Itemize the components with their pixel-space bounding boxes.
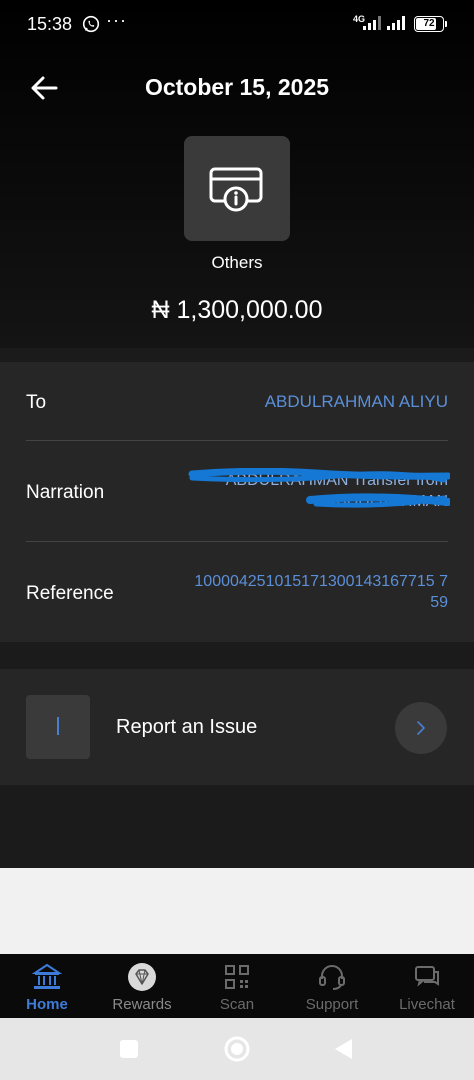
battery-percent: 72	[423, 18, 435, 29]
reference-row: Reference 100004251015171300143167715 7 …	[26, 570, 448, 616]
chevron-right-button[interactable]	[395, 702, 447, 754]
recents-button[interactable]	[118, 1038, 140, 1060]
system-navigation-bar	[0, 1018, 474, 1080]
nav-label-livechat: Livechat	[399, 996, 455, 1013]
whatsapp-icon	[82, 15, 100, 33]
report-issue-label: Report an Issue	[116, 716, 258, 738]
reference-label: Reference	[26, 583, 114, 604]
signal-strength-icon	[387, 16, 405, 30]
nav-support[interactable]: Support	[285, 954, 379, 1018]
page-title: October 15, 2025	[144, 74, 330, 100]
reference-line-1: 100004251015171300143167715 7	[194, 573, 448, 590]
home-button[interactable]	[224, 1036, 250, 1062]
chevron-right-icon	[417, 721, 425, 735]
divider	[26, 440, 448, 441]
divider	[26, 541, 448, 542]
nav-scan[interactable]: Scan	[190, 954, 284, 1018]
bottom-navigation: Home Rewards Scan Support Livechat	[0, 954, 474, 1018]
signal-strength-icon	[363, 16, 381, 30]
narration-label: Narration	[26, 482, 105, 503]
status-time: 15:38	[27, 14, 73, 34]
to-row: To ABDULRAHMAN ALIYU	[26, 390, 448, 420]
recipient-name: ABDULRAHMAN ALIYU	[264, 392, 448, 411]
report-icon	[26, 695, 90, 759]
nav-livechat[interactable]: Livechat	[380, 954, 474, 1018]
battery-icon: 72	[414, 16, 444, 32]
more-notifications-icon: ···	[106, 10, 127, 30]
reference-line-2: 59	[430, 594, 448, 611]
reference-value: 100004251015171300143167715 7 59	[194, 571, 448, 613]
report-icon-mark	[57, 717, 59, 735]
redaction-scribble	[188, 468, 450, 508]
status-bar: 15:38 ··· 4G 72	[0, 0, 474, 52]
headset-icon	[319, 965, 345, 990]
transaction-details-card: To ABDULRAHMAN ALIYU Narration ABDULRAHM…	[0, 362, 474, 642]
qr-code-icon	[225, 965, 249, 989]
nav-label-scan: Scan	[219, 996, 255, 1013]
nav-home[interactable]: Home	[0, 954, 94, 1018]
content-panel	[0, 868, 474, 954]
bank-icon	[32, 963, 62, 989]
diamond-icon	[128, 963, 156, 991]
to-label: To	[26, 392, 47, 413]
report-issue-button[interactable]: Report an Issue	[0, 669, 474, 785]
category-label: Others	[211, 253, 263, 272]
nav-label-rewards: Rewards	[112, 996, 172, 1013]
nav-label-home: Home	[26, 996, 68, 1013]
transaction-amount: ₦ 1,300,000.00	[151, 296, 323, 324]
back-nav-button[interactable]	[332, 1037, 354, 1061]
narration-row: Narration ABDULRAHMAN Transfer from ABDU…	[26, 468, 450, 518]
category-tile	[184, 136, 290, 241]
card-info-icon	[209, 167, 263, 212]
nav-rewards[interactable]: Rewards	[95, 954, 189, 1018]
chat-bubble-icon	[415, 966, 439, 987]
battery-tip	[445, 21, 447, 27]
nav-label-support: Support	[305, 996, 359, 1013]
